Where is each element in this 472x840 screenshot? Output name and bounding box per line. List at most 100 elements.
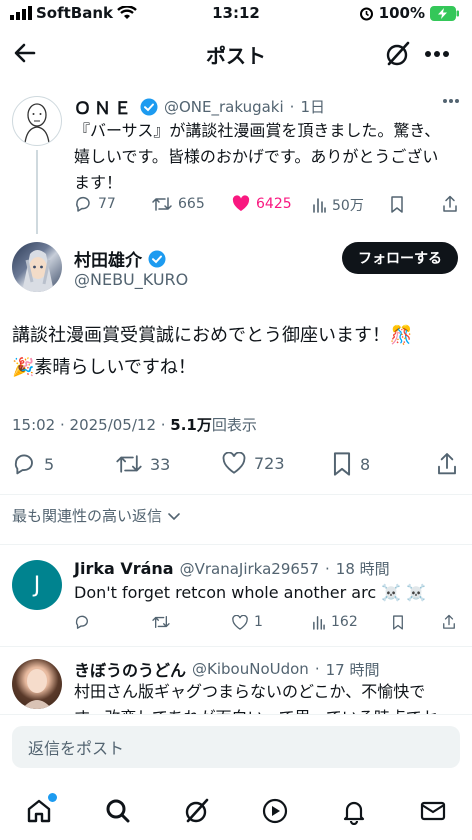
sort-replies-button[interactable]: 最も関連性の高い返信 — [12, 505, 182, 526]
avatar-illustration-icon — [22, 250, 54, 292]
divider — [0, 494, 472, 495]
tweet-text: 『バーサス』が講談社漫画賞を頂きました。驚き、 嬉しいです。皆様のおかげです。あ… — [74, 118, 466, 196]
reply-count: 77 — [98, 196, 116, 212]
reply-icon — [76, 196, 90, 212]
follow-button[interactable]: フォローする — [342, 242, 458, 274]
author-handle[interactable]: @NEBU_KURO — [74, 270, 188, 289]
thread-line — [36, 150, 38, 234]
bookmark-icon — [393, 615, 403, 630]
tweet-text-line: Don't forget retcon whole another arc ☠️… — [74, 583, 427, 602]
share-icon — [443, 614, 455, 629]
reply-header: きぼうのうどん @KibouNoUdon · 17 時間 — [74, 657, 379, 681]
battery-percent: 100% — [378, 4, 425, 22]
avatar[interactable] — [12, 96, 62, 146]
status-bar: SoftBank 13:12 100% — [0, 0, 472, 28]
heart-filled-icon — [232, 195, 250, 211]
author-name[interactable]: 村田雄介 — [74, 246, 142, 271]
author-name[interactable]: Jirka Vrána — [74, 559, 174, 578]
like-count: 723 — [254, 453, 285, 473]
tweet-text-line: 嬉しいです。皆様のおかげです。ありがとうござい — [74, 147, 439, 166]
tweet-text-line: 村田さん版ギャグつまらないのどこか、不愉快で — [74, 682, 426, 701]
reply-text: 村田さん版ギャグつまらないのどこか、不愉快で す。改変してあれが面白いって思って… — [74, 679, 438, 715]
bookmark-icon — [391, 196, 403, 213]
author-name[interactable]: きぼうのうどん — [74, 657, 186, 681]
mail-icon — [420, 801, 445, 821]
views-count: 162 — [331, 614, 358, 630]
bookmark-button[interactable] — [392, 615, 404, 630]
tab-home[interactable] — [25, 793, 58, 825]
tweet-meta: 15:02 · 2025/05/12 · 5.1万回表示 — [12, 414, 257, 435]
views-action[interactable]: 162 — [312, 614, 358, 630]
notification-dot — [48, 793, 58, 802]
tweet-text-line: 『バーサス』が講談社漫画賞を頂きました。驚き、 — [74, 121, 441, 140]
avatar[interactable]: J — [12, 560, 62, 610]
tweet-text-line: 🎉素晴らしいですね！ — [12, 357, 196, 378]
more-dots-icon — [443, 99, 459, 103]
avatar[interactable] — [12, 242, 62, 292]
search-icon — [106, 799, 130, 823]
share-icon — [438, 453, 456, 475]
tab-video[interactable] — [261, 797, 289, 825]
chevron-down-icon — [168, 512, 180, 520]
tweet-time[interactable]: 18 時間 — [336, 558, 390, 579]
like-action[interactable]: 723 — [222, 452, 285, 474]
status-right: 100% — [359, 4, 460, 22]
tab-messages[interactable] — [419, 797, 447, 825]
reply-input[interactable]: 返信をポスト — [12, 726, 460, 768]
bookmark-action[interactable]: 8 — [332, 452, 370, 476]
tweet-text-line: 講談社漫画賞受賞誠におめでとう御座います！🎊 — [12, 325, 413, 346]
author-handle[interactable]: @ONE_rakugaki — [164, 98, 284, 116]
main-tweet-author: 村田雄介 — [74, 246, 166, 271]
avatar-drawing-icon — [24, 103, 50, 144]
retweet-icon — [152, 197, 172, 211]
reply-action[interactable] — [74, 614, 90, 630]
retweet-count: 665 — [178, 196, 205, 212]
author-name[interactable]: ＯＮＥ — [74, 94, 134, 119]
tab-grok[interactable] — [183, 797, 211, 825]
like-action[interactable]: 1 — [232, 614, 263, 630]
tweet-timestamp[interactable]: 15:02 · 2025/05/12 · — [12, 416, 170, 434]
views-action[interactable]: 50万 — [312, 195, 364, 215]
reply-action[interactable]: 5 — [12, 452, 54, 476]
like-count: 6425 — [256, 195, 292, 212]
reply-item[interactable]: きぼうのうどん @KibouNoUdon · 17 時間 村田さん版ギャグつまら… — [0, 647, 472, 715]
grok-icon — [185, 798, 208, 823]
tweet-time[interactable]: 1日 — [300, 96, 325, 117]
share-button[interactable] — [442, 195, 458, 213]
alarm-icon — [359, 7, 373, 20]
tab-search[interactable] — [104, 797, 132, 825]
retweet-action[interactable]: 665 — [152, 195, 205, 213]
divider — [0, 714, 472, 715]
author-handle[interactable]: @VranaJirka29657 — [180, 560, 319, 578]
bookmark-button[interactable] — [390, 196, 404, 213]
divider — [0, 544, 472, 545]
verified-badge-icon — [148, 250, 166, 267]
views-count: 5.1万 — [170, 416, 212, 434]
more-options-button[interactable] — [424, 50, 450, 58]
share-icon — [443, 195, 457, 212]
tweet-more-button[interactable] — [442, 98, 460, 104]
reply-icon — [14, 454, 33, 475]
quoted-tweet-header: ＯＮＥ @ONE_rakugaki · 1日 — [74, 94, 464, 120]
author-handle[interactable]: @KibouNoUdon — [192, 660, 309, 678]
bell-icon — [343, 801, 365, 825]
tab-notifications[interactable] — [340, 797, 368, 825]
share-button[interactable] — [442, 614, 456, 630]
grok-button[interactable] — [384, 40, 412, 68]
retweet-action[interactable]: 33 — [116, 452, 170, 476]
bookmark-count: 8 — [360, 454, 371, 474]
views-chart-icon — [313, 615, 325, 630]
share-button[interactable] — [436, 452, 458, 476]
tweet-time[interactable]: 17 時間 — [326, 659, 380, 680]
retweet-action[interactable] — [152, 614, 170, 630]
battery-charging-icon — [430, 5, 459, 21]
play-circle-icon — [263, 798, 288, 824]
reply-action[interactable]: 77 — [74, 195, 116, 213]
bottom-tab-bar — [0, 782, 472, 840]
avatar[interactable] — [12, 659, 62, 709]
sort-label: 最も関連性の高い返信 — [12, 507, 163, 525]
views-label: 回表示 — [211, 416, 257, 434]
tweet-text-line: ます！ — [74, 173, 123, 192]
like-action[interactable]: 6425 — [232, 195, 292, 212]
views-chart-icon — [313, 198, 326, 213]
